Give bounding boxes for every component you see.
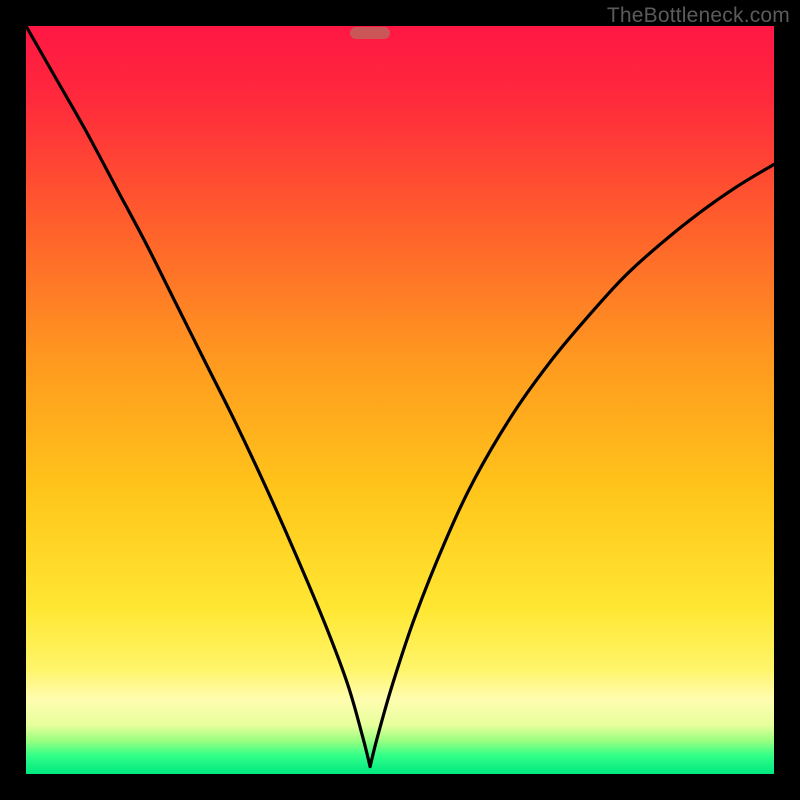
- right-curve: [370, 164, 774, 766]
- minimum-marker: [350, 27, 390, 39]
- curve-layer: [26, 26, 774, 774]
- watermark-text: TheBottleneck.com: [607, 4, 790, 28]
- left-curve: [26, 26, 370, 767]
- plot-area: [26, 26, 774, 774]
- chart-frame: TheBottleneck.com: [0, 0, 800, 800]
